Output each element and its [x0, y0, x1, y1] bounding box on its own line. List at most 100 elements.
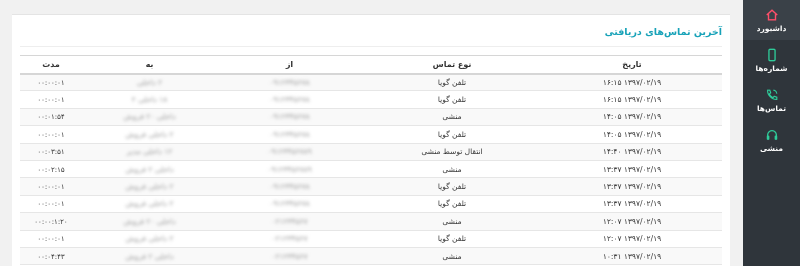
cell-to-text: ۱۲ داخلی مدیر — [126, 147, 173, 157]
cell-date-text: ۱۳۹۷/۰۲/۱۹ ۱۰:۳۱ — [602, 251, 662, 261]
cell-duration: ۰۰:۰۰:۱:۲۰ — [20, 212, 82, 231]
cell-to: داخلی ۲ فروش — [82, 247, 217, 266]
cell-date: ۱۳۹۷/۰۲/۱۹ ۱۶:۱۵ — [542, 73, 722, 92]
cell-call-type-text: تلفن گویا — [437, 182, 467, 192]
cell-call-type-text: تلفن گویا — [437, 95, 467, 105]
cell-call-type: تلفن گویا — [362, 230, 542, 248]
cell-date-text: ۱۳۹۷/۰۲/۱۹ ۱۶:۱۵ — [602, 77, 662, 87]
column-header-from[interactable]: از — [217, 55, 362, 75]
cell-from-text: ۰۹۱۲۳۴۵۶۷۸ — [269, 129, 310, 139]
sidebar-item-secretary[interactable]: منشی — [743, 120, 800, 160]
cell-to-text: داخلی ۲۰ فروش — [123, 112, 176, 122]
cell-call-type: منشی — [362, 247, 542, 266]
cell-date-text: ۱۳۹۷/۰۲/۱۹ ۱۲:۰۷ — [602, 216, 662, 226]
cell-call-type: تلفن گویا — [362, 90, 542, 109]
cell-from-text: ۰۲۱۲۳۴۵۶۷ — [271, 234, 308, 244]
sidebar-item-calls[interactable]: تماس‌ها — [743, 80, 800, 120]
table-row[interactable]: ۱۳۹۷/۰۲/۱۹ ۱۶:۱۵ تلفن گویا ۰۹۱۲۳۴۵۶۷۸ ۱۸ دا… — [20, 90, 722, 109]
cell-to-text: ۱۸ داخلی ۲ — [131, 95, 168, 105]
recent-calls-panel: آخرین تماس‌های دریافتی تاریخ نوع تماس از… — [12, 14, 730, 266]
sidebar-item-label: تماس‌ها — [756, 103, 787, 113]
cell-date-text: ۱۳۹۷/۰۲/۱۹ ۱۴:۰۵ — [602, 112, 662, 122]
cell-call-type: منشی — [362, 160, 542, 179]
cell-duration-text: ۰۰:۰۰:۰۱ — [37, 200, 65, 209]
cell-to: داخلی ۲ فروش — [82, 160, 217, 179]
cell-date-text: ۱۳۹۷/۰۲/۱۹ ۱۳:۳۷ — [602, 199, 662, 209]
cell-to: ۲ داخلی فروش — [82, 125, 217, 144]
table-row[interactable]: ۱۳۹۷/۰۲/۱۹ ۱۴:۰۵ منشی ۰۹۱۲۳۴۵۶۷۸ داخلی ۲۰ ف… — [20, 108, 722, 127]
cell-call-type: تلفن گویا — [362, 195, 542, 214]
cell-from: ۰۹۱۲۳۴۵۶۷۸ — [217, 125, 362, 144]
cell-to: ۱۲ داخلی مدیر — [82, 143, 217, 161]
cell-to-text: ۲ داخلی فروش — [125, 182, 174, 192]
cell-date: ۱۳۹۷/۰۲/۱۹ ۱۲:۰۷ — [542, 212, 722, 231]
table-row[interactable]: ۱۳۹۷/۰۲/۱۹ ۱۶:۱۵ تلفن گویا ۰۹۱۲۳۴۵۶۷۸ ۲ داخ… — [20, 73, 722, 92]
cell-from-text: ۰۹۱۲۳۴۵۶۷۸۹ — [267, 164, 312, 174]
table-row[interactable]: ۱۳۹۷/۰۲/۱۹ ۱۳:۳۷ تلفن گویا ۰۹۱۲۳۴۵۶۷۸ ۲ داخ… — [20, 177, 722, 196]
column-header-duration[interactable]: مدت — [20, 55, 82, 75]
sidebar-item-label: شماره‌ها — [755, 63, 788, 73]
panel-title: آخرین تماس‌های دریافتی — [604, 27, 722, 38]
cell-duration-text: ۰۰:۰۰:۰۱ — [37, 78, 65, 87]
table-row[interactable]: ۱۳۹۷/۰۲/۱۹ ۱۴:۰۵ تلفن گویا ۰۹۱۲۳۴۵۶۷۸ ۲ داخ… — [20, 125, 722, 144]
cell-call-type-text: تلفن گویا — [437, 234, 467, 244]
cell-duration: ۰۰:۰۲:۱۵ — [20, 160, 82, 179]
column-header-type[interactable]: نوع تماس — [362, 55, 542, 75]
cell-duration: ۰۰:۰۰:۰۱ — [20, 125, 82, 144]
table-row[interactable]: ۱۳۹۷/۰۲/۱۹ ۱۲:۰۷ تلفن گویا ۰۲۱۲۳۴۵۶۷ ۲ داخل… — [20, 230, 722, 248]
cell-duration: ۰۰:۰۰:۰۱ — [20, 73, 82, 92]
home-icon — [765, 8, 778, 21]
cell-from: ۰۹۱۲۳۴۵۶۷۸۹ — [217, 160, 362, 179]
cell-duration: ۰۰:۰۱:۵۴ — [20, 108, 82, 127]
cell-from: ۰۲۱۲۳۴۵۶۷ — [217, 230, 362, 248]
cell-date: ۱۳۹۷/۰۲/۱۹ ۱۲:۰۷ — [542, 230, 722, 248]
table-row[interactable]: ۱۳۹۷/۰۲/۱۹ ۱۰:۳۱ منشی ۰۲۱۲۳۴۵۶۷ داخلی ۲ فرو… — [20, 247, 722, 266]
cell-from: ۰۹۱۲۳۴۵۶۷۸ — [217, 177, 362, 196]
cell-from-text: ۰۲۱۲۳۴۵۶۷ — [271, 251, 308, 261]
cell-from-text: ۰۹۱۲۳۴۵۶۷۸ — [269, 112, 310, 122]
cell-duration: ۰۰:۰۳:۵۱ — [20, 143, 82, 161]
cell-call-type: تلفن گویا — [362, 125, 542, 144]
cell-from-text: ۰۹۱۲۳۴۵۶۷۸۹ — [267, 147, 312, 157]
cell-from: ۰۹۱۲۳۴۵۶۷۸۹ — [217, 143, 362, 161]
cell-date: ۱۳۹۷/۰۲/۱۹ ۱۴:۰۵ — [542, 108, 722, 127]
cell-to: ۲ داخلی فروش — [82, 195, 217, 214]
cell-duration-text: ۰۰:۰۱:۵۴ — [37, 113, 65, 122]
cell-to: ۲ داخلی فروش — [82, 177, 217, 196]
cell-call-type-text: تلفن گویا — [437, 199, 467, 209]
cell-to: ۱۸ داخلی ۲ — [82, 90, 217, 109]
column-header-date[interactable]: تاریخ — [542, 55, 722, 75]
cell-duration-text: ۰۰:۰۴:۴۳ — [37, 252, 65, 261]
sidebar-item-label: داشبورد — [756, 23, 787, 33]
table-row[interactable]: ۱۳۹۷/۰۲/۱۹ ۱۳:۳۷ تلفن گویا ۰۹۱۲۳۴۵۶۷۸ ۲ داخ… — [20, 195, 722, 214]
cell-date-text: ۱۳۹۷/۰۲/۱۹ ۱۳:۳۷ — [602, 164, 662, 174]
cell-from: ۰۹۱۲۳۴۵۶۷۸ — [217, 90, 362, 109]
cell-from: ۰۹۱۲۳۴۵۶۷۸ — [217, 73, 362, 92]
cell-duration: ۰۰:۰۴:۴۳ — [20, 247, 82, 266]
table-row[interactable]: ۱۳۹۷/۰۲/۱۹ ۱۲:۰۷ منشی ۰۲۱۲۳۴۵۶۷ داخلی ۲۰ فر… — [20, 212, 722, 231]
cell-duration-text: ۰۰:۰۰:۰۱ — [37, 183, 65, 192]
cell-call-type-text: انتقال توسط منشی — [421, 147, 483, 157]
table-row[interactable]: ۱۳۹۷/۰۲/۱۹ ۱۴:۴۰ انتقال توسط منشی ۰۹۱۲۳۴۵۶… — [20, 143, 722, 161]
cell-call-type-text: منشی — [442, 164, 462, 174]
column-header-to[interactable]: به — [82, 55, 217, 75]
sidebar-item-numbers[interactable]: شماره‌ها — [743, 40, 800, 80]
sidebar-item-dashboard[interactable]: داشبورد — [743, 0, 800, 40]
cell-to: ۲ داخلی — [82, 73, 217, 92]
cell-to: داخلی ۲۰ فروش — [82, 108, 217, 127]
cell-call-type: منشی — [362, 108, 542, 127]
cell-to-text: داخلی ۲ فروش — [125, 164, 174, 174]
calls-table: تاریخ نوع تماس از به مدت ۱۳۹۷/۰۲/۱۹ ۱۶:۱… — [20, 55, 722, 266]
cell-from: ۰۹۱۲۳۴۵۶۷۸ — [217, 108, 362, 127]
cell-from: ۰۹۱۲۳۴۵۶۷۸ — [217, 195, 362, 214]
cell-call-type: تلفن گویا — [362, 177, 542, 196]
cell-to-text: داخلی ۲ فروش — [125, 251, 174, 261]
cell-date: ۱۳۹۷/۰۲/۱۹ ۱۰:۳۱ — [542, 247, 722, 266]
cell-from-text: ۰۹۱۲۳۴۵۶۷۸ — [269, 77, 310, 87]
cell-date: ۱۳۹۷/۰۲/۱۹ ۱۳:۳۷ — [542, 195, 722, 214]
table-row[interactable]: ۱۳۹۷/۰۲/۱۹ ۱۳:۳۷ منشی ۰۹۱۲۳۴۵۶۷۸۹ داخلی ۲ ف… — [20, 160, 722, 179]
phone-call-icon — [766, 89, 777, 100]
cell-to: ۲ داخلی فروش — [82, 230, 217, 248]
cell-from-text: ۰۲۱۲۳۴۵۶۷ — [271, 216, 308, 226]
cell-from-text: ۰۹۱۲۳۴۵۶۷۸ — [269, 199, 310, 209]
